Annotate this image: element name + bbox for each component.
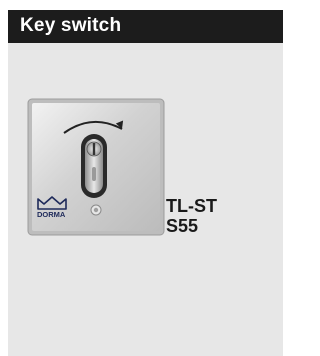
- key-cylinder-icon: [81, 134, 107, 198]
- card-header: Key switch: [8, 10, 283, 43]
- card-title: Key switch: [20, 15, 122, 36]
- model-line-2: S55: [166, 216, 199, 236]
- svg-text:DORMA: DORMA: [37, 210, 66, 219]
- screw-icon: [90, 204, 102, 216]
- product-card: Key switch DORMA TL-ST S55: [8, 10, 283, 356]
- key-switch-image: DORMA: [27, 98, 165, 236]
- model-label: TL-ST S55: [166, 196, 217, 236]
- model-line-1: TL-ST: [166, 196, 217, 216]
